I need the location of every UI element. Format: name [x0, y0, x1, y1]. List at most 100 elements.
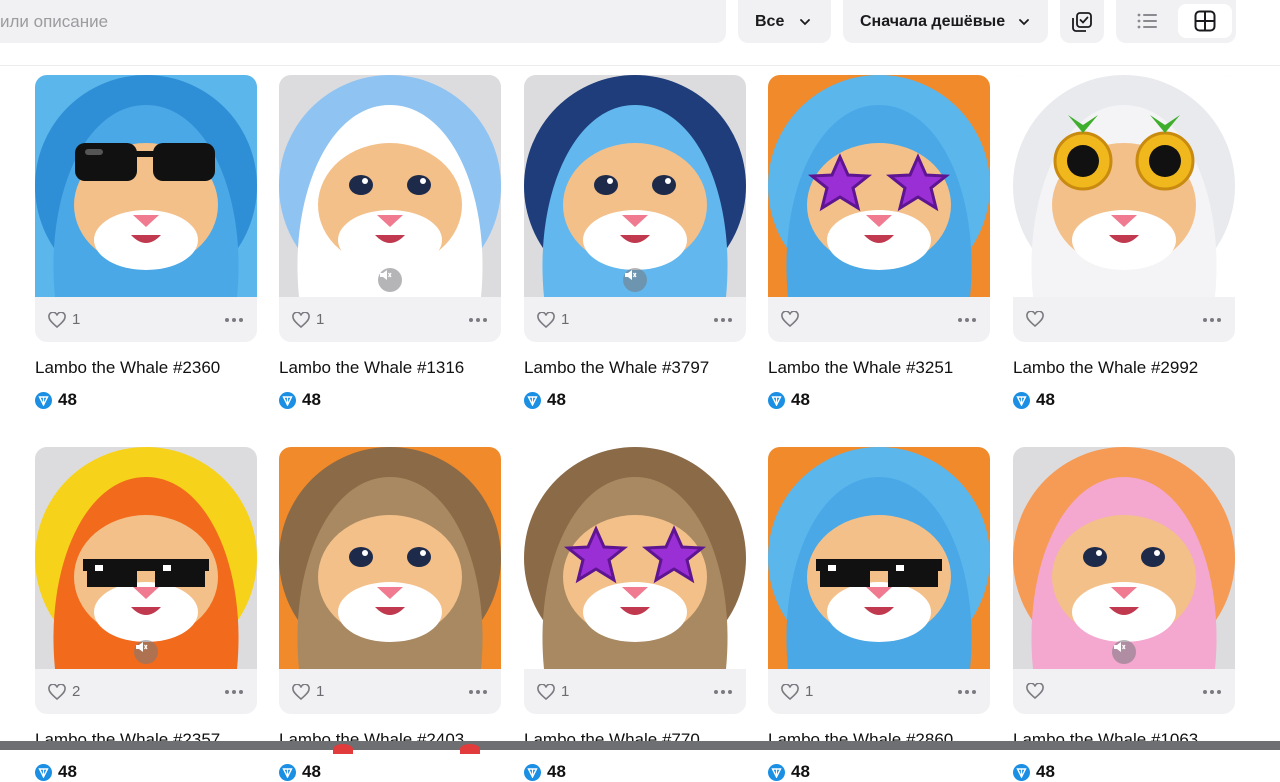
- ton-icon: [1013, 763, 1030, 781]
- nft-artwork: [1013, 75, 1235, 297]
- nft-image[interactable]: [768, 447, 990, 669]
- ton-icon: [768, 391, 785, 409]
- taskbar-app-icon: [460, 744, 480, 754]
- like-button[interactable]: 1: [537, 683, 569, 700]
- nft-card-media[interactable]: 1: [35, 75, 257, 342]
- nft-card-media[interactable]: [1013, 75, 1235, 342]
- like-count: 1: [805, 683, 814, 700]
- price-value: 48: [791, 762, 810, 781]
- search-input[interactable]: или описание: [0, 0, 726, 43]
- like-button[interactable]: [1026, 683, 1050, 699]
- nft-image[interactable]: [35, 447, 257, 669]
- nft-card[interactable]: 1 Lambo the Whale #2360 48: [35, 75, 257, 410]
- nft-card[interactable]: Lambo the Whale #2992 48: [1013, 75, 1235, 410]
- sound-icon[interactable]: [1112, 640, 1136, 664]
- nft-card-media[interactable]: 1: [524, 447, 746, 714]
- price-value: 48: [791, 390, 810, 409]
- dot: [239, 318, 243, 322]
- nft-card[interactable]: 1 Lambo the Whale #3797 48: [524, 75, 746, 410]
- dot: [721, 690, 725, 694]
- like-button[interactable]: 1: [537, 311, 569, 328]
- more-options-button[interactable]: [225, 690, 243, 694]
- nft-card-media[interactable]: [1013, 447, 1235, 714]
- nft-price: 48: [1013, 762, 1235, 782]
- heart-icon: [781, 683, 799, 700]
- nft-image[interactable]: [35, 75, 257, 297]
- more-options-button[interactable]: [714, 690, 732, 694]
- nft-title[interactable]: Lambo the Whale #2992: [1013, 358, 1235, 378]
- like-button[interactable]: [781, 311, 805, 327]
- chevron-down-icon: [1019, 18, 1030, 25]
- like-button[interactable]: 1: [48, 311, 80, 328]
- nft-card-media[interactable]: 1: [279, 75, 501, 342]
- nft-image[interactable]: [1013, 447, 1235, 669]
- nft-card[interactable]: Lambo the Whale #3251 48: [768, 75, 990, 410]
- like-count: 1: [316, 311, 325, 328]
- dot: [476, 690, 480, 694]
- sound-icon[interactable]: [134, 640, 158, 664]
- nft-card[interactable]: 1 Lambo the Whale #1316 48: [279, 75, 501, 410]
- heart-icon: [292, 311, 310, 328]
- nft-image[interactable]: [279, 447, 501, 669]
- dot: [965, 690, 969, 694]
- list-view-button[interactable]: [1120, 4, 1174, 38]
- like-button[interactable]: 1: [292, 683, 324, 700]
- more-options-button[interactable]: [1203, 690, 1221, 694]
- nft-card-media[interactable]: [768, 75, 990, 342]
- nft-card-media[interactable]: 2: [35, 447, 257, 714]
- nft-card-footer: 1: [279, 297, 501, 342]
- nft-artwork: [768, 447, 990, 669]
- more-options-button[interactable]: [469, 690, 487, 694]
- price-value: 48: [1036, 762, 1055, 781]
- dot: [469, 690, 473, 694]
- nft-image[interactable]: [279, 75, 501, 297]
- nft-card-media[interactable]: 1: [524, 75, 746, 342]
- more-options-button[interactable]: [714, 318, 732, 322]
- like-button[interactable]: 1: [292, 311, 324, 328]
- more-options-button[interactable]: [958, 690, 976, 694]
- search-placeholder: или описание: [0, 12, 109, 31]
- nft-title[interactable]: Lambo the Whale #2360: [35, 358, 257, 378]
- nft-title[interactable]: Lambo the Whale #1316: [279, 358, 501, 378]
- heart-icon: [1026, 683, 1044, 699]
- dot: [1203, 318, 1207, 322]
- nft-card[interactable]: 1 Lambo the Whale #2860 48: [768, 447, 990, 782]
- sound-icon[interactable]: [378, 268, 402, 292]
- nft-price: 48: [35, 390, 257, 410]
- like-button[interactable]: [1026, 311, 1050, 327]
- more-options-button[interactable]: [225, 318, 243, 322]
- sort-dropdown[interactable]: Сначала дешёвые: [843, 0, 1048, 43]
- nft-image[interactable]: [768, 75, 990, 297]
- price-value: 48: [302, 762, 321, 781]
- like-count: 2: [72, 683, 81, 700]
- sound-icon[interactable]: [623, 268, 647, 292]
- nft-card-footer: 2: [35, 669, 257, 714]
- nft-price: 48: [279, 390, 501, 410]
- nft-image[interactable]: [524, 447, 746, 669]
- dot: [483, 690, 487, 694]
- more-options-button[interactable]: [1203, 318, 1221, 322]
- like-button[interactable]: 1: [781, 683, 813, 700]
- nft-image[interactable]: [1013, 75, 1235, 297]
- nft-image[interactable]: [524, 75, 746, 297]
- dot: [1217, 318, 1221, 322]
- category-filter-dropdown[interactable]: Все: [738, 0, 831, 43]
- nft-card-media[interactable]: 1: [768, 447, 990, 714]
- heart-icon: [48, 683, 66, 700]
- nft-title[interactable]: Lambo the Whale #3797: [524, 358, 746, 378]
- like-button[interactable]: 2: [48, 683, 80, 700]
- price-value: 48: [547, 762, 566, 781]
- nft-card[interactable]: 1 Lambo the Whale #770 48: [524, 447, 746, 782]
- dot: [476, 318, 480, 322]
- nft-card-media[interactable]: 1: [279, 447, 501, 714]
- dot: [972, 318, 976, 322]
- grid-view-button[interactable]: [1178, 4, 1232, 38]
- speaker-icon: [1114, 642, 1126, 652]
- nft-title[interactable]: Lambo the Whale #3251: [768, 358, 990, 378]
- select-mode-button[interactable]: [1060, 0, 1104, 43]
- nft-card[interactable]: 1 Lambo the Whale #2403 48: [279, 447, 501, 782]
- more-options-button[interactable]: [958, 318, 976, 322]
- nft-card[interactable]: 2 Lambo the Whale #2357 48: [35, 447, 257, 782]
- more-options-button[interactable]: [469, 318, 487, 322]
- nft-card[interactable]: Lambo the Whale #1063 48: [1013, 447, 1235, 782]
